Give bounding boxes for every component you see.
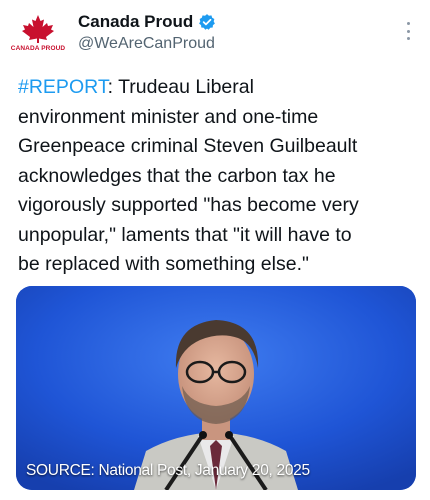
hashtag-link[interactable]: #REPORT [18, 76, 108, 98]
photo-illustration [16, 286, 416, 490]
handle[interactable]: @WeAreCanProud [78, 35, 216, 53]
verified-badge-icon [198, 13, 216, 31]
tweet-card[interactable]: CANADA PROUD Canada Proud @WeAreCanProud… [0, 0, 430, 500]
tweet-text: #REPORT: Trudeau Liberal environment min… [18, 73, 418, 280]
avatar[interactable]: CANADA PROUD [10, 14, 66, 62]
media-caption: SOURCE: National Post, January 20, 2025 [26, 462, 310, 479]
avatar-logo-text: CANADA PROUD [10, 45, 66, 52]
more-vertical-icon[interactable] [404, 22, 412, 40]
media-image[interactable]: SOURCE: National Post, January 20, 2025 [16, 286, 416, 490]
author-block: Canada Proud @WeAreCanProud [78, 11, 216, 53]
maple-leaf-icon [22, 15, 54, 43]
display-name[interactable]: Canada Proud [78, 12, 193, 32]
tweet-body: : Trudeau Liberal environment minister a… [18, 76, 359, 275]
